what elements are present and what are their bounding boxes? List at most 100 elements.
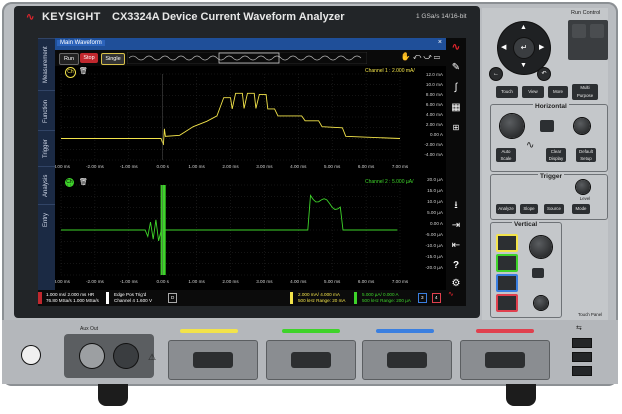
timebase-indicator — [38, 292, 42, 304]
aux-bnc-connector[interactable] — [80, 344, 104, 368]
warning-icon: ⚠ — [148, 352, 157, 362]
pin-icon[interactable]: ✎ — [448, 60, 464, 76]
close-icon[interactable]: × — [438, 39, 442, 46]
x-tick-label: 3.00 ms — [256, 164, 273, 169]
default-setup-key[interactable]: Default Setup — [576, 148, 596, 162]
layout-icon[interactable]: ▦ — [448, 100, 464, 116]
ch2-color-bar — [282, 329, 340, 333]
ch2-line-2[interactable]: 500 kHz Range: 200 µA — [360, 298, 413, 310]
horizontal-position-knob[interactable] — [574, 118, 590, 134]
source-key[interactable]: Source — [544, 204, 564, 214]
usb-port[interactable] — [572, 338, 592, 348]
y-label: -5.00 µA — [425, 232, 443, 237]
ch2-indicator — [354, 292, 357, 304]
stop-button[interactable]: Stop — [80, 53, 98, 63]
slope-key[interactable]: Slope — [520, 204, 538, 214]
left-foot — [98, 384, 128, 406]
ruler-icon[interactable]: ⊞ — [448, 120, 464, 136]
x-tick-label: 7.00 ms — [392, 279, 409, 284]
waveform-overview-strip[interactable] — [127, 52, 367, 64]
mode-key[interactable]: Mode — [572, 204, 590, 214]
channel-3-key[interactable] — [496, 274, 518, 292]
run-stop-key[interactable] — [572, 24, 586, 38]
input-connector-1[interactable] — [168, 340, 258, 380]
y-label: 4.00 mA — [425, 112, 443, 117]
trigger-level-knob[interactable] — [576, 180, 590, 194]
plot-2-svg: -3.00 ms -2.00 ms -1.00 ms 0.00 s 1.00 ms 2.0… — [55, 184, 409, 284]
sine-wave-icon: ∿ — [526, 140, 535, 151]
x-tick-label: 3.00 ms — [256, 279, 273, 284]
export-icon[interactable]: ⇤ — [448, 238, 464, 254]
arrow-up-icon[interactable]: ▲ — [520, 24, 527, 31]
ch1-color-bar — [180, 329, 238, 333]
channel-2-key[interactable] — [496, 254, 518, 272]
tool-icons[interactable]: ✋⤺⤻▭ — [401, 52, 442, 62]
timebase-line-2[interactable]: 76.80 MSa/s 1.000 MSa/s — [44, 298, 101, 310]
x-tick-label: 6.00 ms — [358, 279, 375, 284]
vertical-offset-knob[interactable] — [534, 296, 548, 310]
tab-function[interactable]: Function — [38, 90, 55, 131]
keysight-logo-icon: ∿ — [26, 12, 35, 23]
vertical-scale-knob[interactable] — [530, 236, 552, 258]
sample-rate-label: 1 GSa/s 14/16-bit — [416, 13, 467, 20]
analyze-key[interactable]: Analyze — [496, 204, 516, 214]
tab-trigger[interactable]: Trigger — [38, 130, 55, 167]
input-connector-3[interactable] — [362, 340, 452, 380]
single-key[interactable] — [590, 24, 604, 38]
y-label: -15.0 µA — [425, 254, 443, 259]
input-connector-4[interactable] — [460, 340, 550, 380]
input-connector-2[interactable] — [266, 340, 356, 380]
more-key[interactable]: More — [548, 86, 568, 98]
horizontal-scale-knob[interactable] — [500, 114, 524, 138]
single-button[interactable]: Single — [101, 53, 125, 65]
horizontal-title: Horizontal — [533, 103, 569, 110]
back-icon[interactable]: ← — [490, 68, 502, 80]
tab-entry[interactable]: Entry — [38, 204, 55, 235]
plot-channel-1[interactable]: Channel 1 : 2.000 mA/ Ch 🗑 -3.00 ms-2.00… — [55, 66, 446, 170]
run-button[interactable]: Run — [59, 53, 79, 65]
horizontal-menu-key[interactable] — [540, 120, 554, 132]
channel-4-key[interactable] — [496, 294, 518, 312]
ch4-badge[interactable]: 4 — [432, 293, 441, 303]
x-tick-label: -1.00 ms — [120, 279, 139, 284]
undo-icon[interactable]: ↶ — [538, 68, 550, 80]
enter-icon[interactable]: ↵ — [514, 38, 534, 58]
plot-channel-2[interactable]: Channel 2 : 5.000 µA/ Ch 🗑 -3.00 ms-2.00… — [55, 177, 446, 285]
view-key[interactable]: View — [522, 86, 544, 98]
aux-port-cover — [114, 344, 138, 368]
keysight-logo-icon: ∿ — [448, 291, 454, 298]
y-label: 20.0 µA — [427, 177, 443, 182]
brand-name: KEYSIGHT — [42, 11, 101, 23]
tab-measurement[interactable]: Measurement — [38, 38, 55, 91]
save-icon[interactable]: ⭳ — [448, 198, 464, 214]
usb-port[interactable] — [572, 352, 592, 362]
clear-display-key[interactable]: Clear Display — [546, 148, 566, 162]
window-title[interactable]: Main Waveform — [57, 40, 105, 46]
ch3-badge[interactable]: 3 — [418, 293, 427, 303]
tab-analysis[interactable]: Analysis — [38, 166, 55, 205]
touch-key[interactable]: Touch — [496, 86, 518, 98]
x-tick-label: -2.00 ms — [86, 164, 105, 169]
arrow-right-icon[interactable]: ▶ — [539, 43, 544, 51]
arrow-left-icon[interactable]: ◀ — [501, 43, 506, 51]
trigger-mode-badge[interactable]: D — [168, 293, 178, 303]
ch1-indicator — [290, 292, 293, 304]
x-tick-label: 4.00 ms — [290, 164, 307, 169]
trigger-indicator — [106, 292, 109, 304]
y-label: 8.00 mA — [425, 92, 443, 97]
vertical-menu-key[interactable] — [532, 268, 544, 278]
channel-1-key[interactable] — [496, 234, 518, 252]
power-button[interactable] — [22, 346, 40, 364]
trigger-line-2[interactable]: Channel 4 1.600 V — [112, 298, 154, 310]
usb-port[interactable] — [572, 366, 592, 376]
multi-purpose-key[interactable]: Multi Purpose — [572, 84, 598, 100]
waveform-icon[interactable]: ∫ — [448, 80, 464, 96]
right-toolbar: ∿ ✎ ∫ ▦ ⊞ ⭳ ⇥ ⇤ ? ⚙ — [446, 38, 466, 306]
import-icon[interactable]: ⇥ — [448, 218, 464, 234]
help-icon[interactable]: ? — [448, 258, 464, 274]
x-tick-label: 1.00 ms — [188, 279, 205, 284]
ch1-line-2[interactable]: 500 kHz Range: 20 mA — [296, 298, 348, 310]
arrow-down-icon[interactable]: ▼ — [520, 62, 527, 69]
auto-scale-key[interactable]: Auto Scale — [496, 148, 516, 162]
x-tick-label: -3.00 ms — [55, 164, 71, 169]
